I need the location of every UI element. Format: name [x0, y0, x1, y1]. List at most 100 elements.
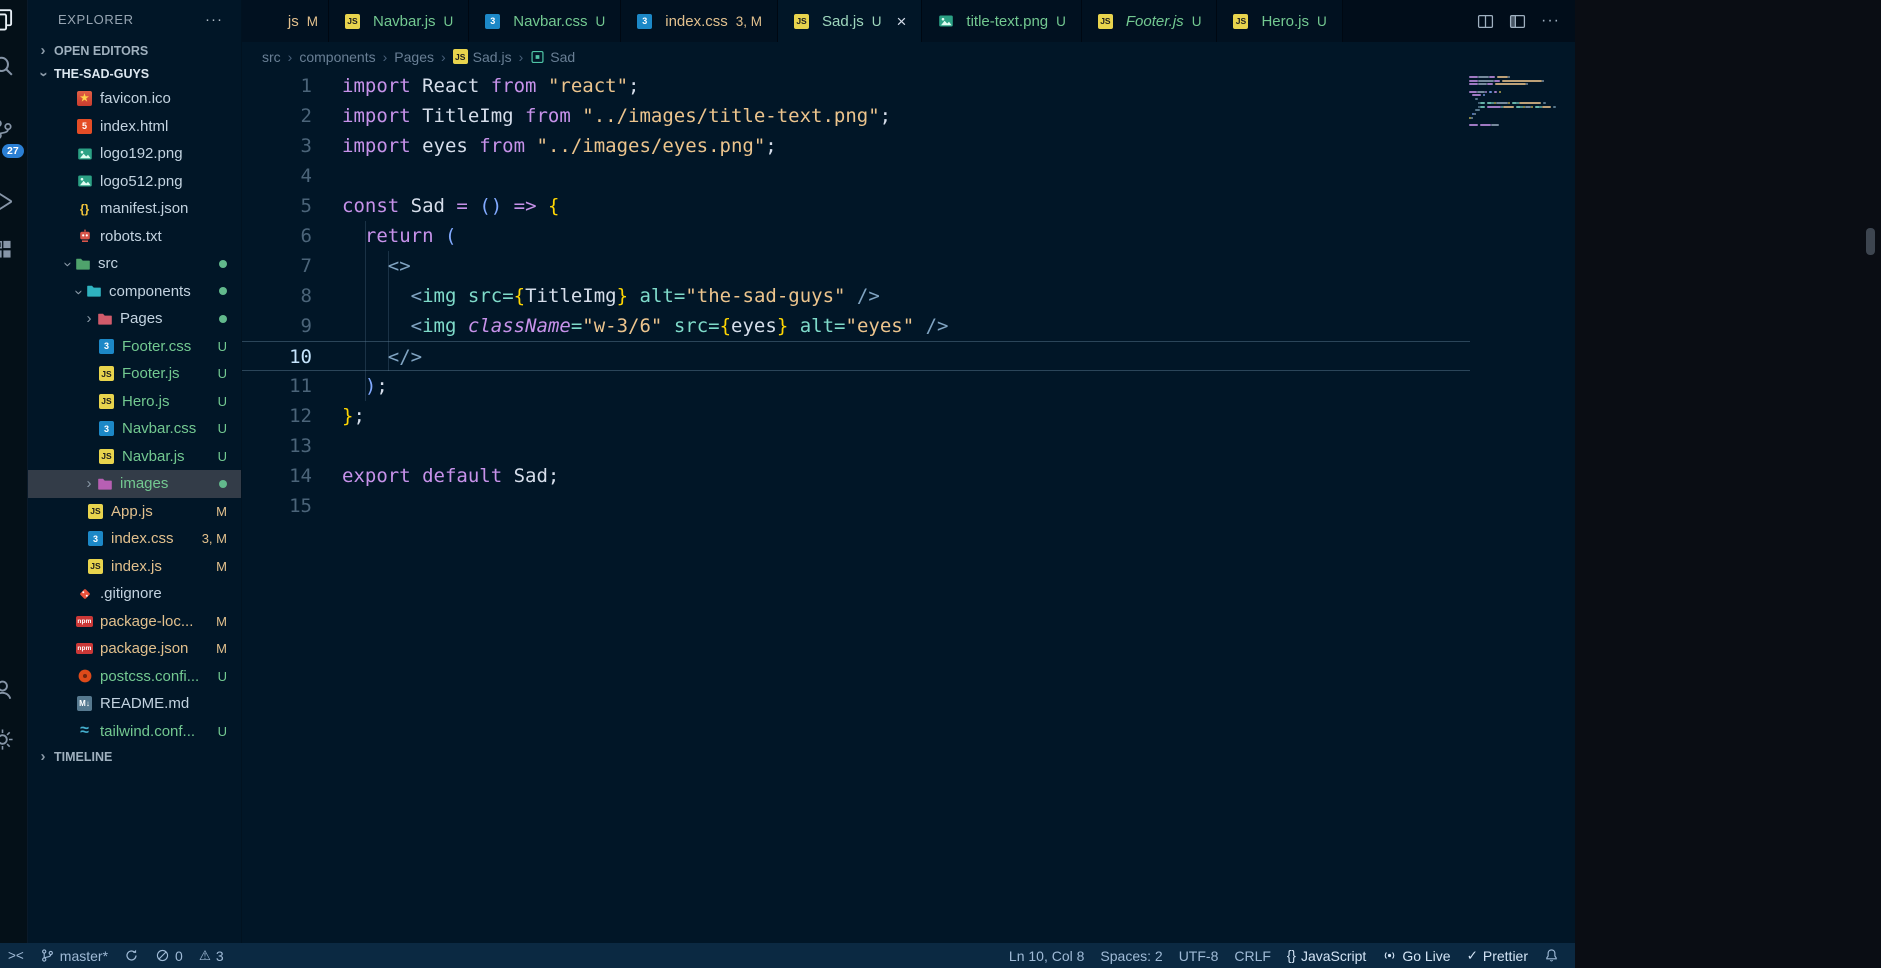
more-actions-icon[interactable]: ···: [1541, 12, 1560, 30]
tree-item-package-loc[interactable]: npm package-loc... M: [28, 608, 241, 636]
code-line-14: 14 export default Sad;: [242, 461, 1470, 491]
js-icon: JS: [1232, 13, 1249, 30]
minimap-line: [1469, 90, 1561, 93]
layout-icon[interactable]: [1509, 13, 1526, 30]
code-text[interactable]: <img className="w-3/6" src={eyes} alt="e…: [342, 311, 949, 341]
tab-sad-js[interactable]: JS Sad.js U ×: [778, 0, 923, 42]
tree-item-label: App.js: [111, 502, 153, 520]
tab-footer-js[interactable]: JS Footer.js U: [1081, 0, 1218, 42]
status-prettier[interactable]: ✓ Prettier: [1459, 943, 1536, 968]
status-sync-changes[interactable]: [116, 943, 147, 968]
tab-navbar-css[interactable]: 3 Navbar.css U: [469, 0, 622, 42]
code-text[interactable]: import React from "react";: [342, 71, 639, 101]
split-editor-icon[interactable]: [1477, 13, 1494, 30]
tab-title-text-png[interactable]: title-text.png U: [922, 0, 1082, 42]
activity-run-debug-icon[interactable]: [0, 190, 15, 214]
image-icon: [76, 145, 93, 162]
timeline-section[interactable]: › TIMELINE: [28, 745, 241, 768]
tree-item-navbar-js[interactable]: JS Navbar.js U: [28, 443, 241, 471]
status-error-icon: [155, 948, 170, 963]
tree-item-footer-css[interactable]: 3 Footer.css U: [28, 333, 241, 361]
status-go-live[interactable]: Go Live: [1374, 943, 1458, 968]
status-indentation[interactable]: Spaces: 2: [1092, 943, 1170, 968]
breadcrumb-item-sad-js[interactable]: JS Sad.js: [452, 49, 512, 65]
status-cursor-position[interactable]: Ln 10, Col 8: [1001, 943, 1093, 968]
status-encoding[interactable]: UTF-8: [1171, 943, 1227, 968]
tree-item-app-js[interactable]: JS App.js M: [28, 498, 241, 526]
code-text[interactable]: return (: [342, 221, 457, 251]
code-text[interactable]: export default Sad;: [342, 461, 559, 491]
code-text[interactable]: <img src={TitleImg} alt="the-sad-guys" /…: [342, 281, 880, 311]
activity-extensions-icon[interactable]: [0, 238, 15, 262]
modified-dot-icon: [219, 287, 227, 296]
tree-item-index-css[interactable]: 3 index.css 3, M: [28, 525, 241, 553]
breadcrumb-item-sad[interactable]: Sad: [530, 49, 575, 65]
minimap[interactable]: [1469, 76, 1561, 131]
breadcrumb-item-src[interactable]: src: [262, 49, 281, 65]
tree-item-images[interactable]: › images: [28, 470, 241, 498]
tab-hero-js[interactable]: JS Hero.js U: [1217, 0, 1343, 42]
tab-label: Navbar.js: [373, 12, 436, 30]
code-text[interactable]: import eyes from "../images/eyes.png";: [342, 131, 777, 161]
tree-item-robots-txt[interactable]: robots.txt: [28, 223, 241, 251]
tree-item-manifest-json[interactable]: {} manifest.json: [28, 195, 241, 223]
project-section[interactable]: › THE-SAD-GUYS: [28, 62, 241, 85]
background-scrollbar-thumb[interactable]: [1866, 228, 1875, 255]
tab-index-css[interactable]: 3 index.css 3, M: [621, 0, 779, 42]
tree-item-index-html[interactable]: 5 index.html: [28, 113, 241, 141]
tree-item-readme-md[interactable]: M↓ README.md: [28, 690, 241, 718]
tree-item-favicon-ico[interactable]: ★ favicon.ico: [28, 85, 241, 113]
status-label: 3: [215, 947, 224, 964]
tree-item-index-js[interactable]: JS index.js M: [28, 553, 241, 581]
tab-navbar-js[interactable]: JS Navbar.js U: [329, 0, 470, 42]
activity-settings-icon[interactable]: [0, 728, 15, 752]
status-remote-indicator[interactable]: ><: [0, 943, 32, 968]
code-text[interactable]: const Sad = () => {: [342, 191, 559, 221]
code-text[interactable]: import TitleImg from "../images/title-te…: [342, 101, 891, 131]
tree-item-navbar-css[interactable]: 3 Navbar.css U: [28, 415, 241, 443]
explorer-more-actions-icon[interactable]: ···: [205, 11, 223, 28]
breadcrumb-item-components[interactable]: components: [299, 49, 375, 65]
code-text[interactable]: };: [342, 401, 365, 431]
code-line-13: 13: [242, 431, 1470, 461]
status-notifications[interactable]: [1536, 943, 1567, 968]
status-eol[interactable]: CRLF: [1226, 943, 1279, 968]
breadcrumb-item-pages[interactable]: Pages: [394, 49, 434, 65]
tree-item-tailwind-conf[interactable]: ≈ tailwind.conf... U: [28, 718, 241, 746]
tab-app-js-partial[interactable]: js M: [242, 0, 329, 42]
tree-item-postcss-confi[interactable]: postcss.confi... U: [28, 663, 241, 691]
open-editors-section[interactable]: › OPEN EDITORS: [28, 39, 241, 62]
tree-item-footer-js[interactable]: JS Footer.js U: [28, 360, 241, 388]
minimap-line: [1469, 109, 1561, 112]
status-language-mode[interactable]: {} JavaScript: [1279, 943, 1374, 968]
close-icon[interactable]: ×: [896, 13, 906, 30]
tab-label: Footer.js: [1125, 12, 1184, 30]
tree-item-pages[interactable]: › Pages: [28, 305, 241, 333]
line-number: 5: [300, 195, 312, 217]
minimap-line: [1469, 116, 1561, 119]
tree-item-hero-js[interactable]: JS Hero.js U: [28, 388, 241, 416]
tree-item-src[interactable]: › src: [28, 250, 241, 278]
tree-item-label: Hero.js: [122, 392, 170, 410]
git-status-badge: U: [217, 338, 227, 354]
code-text[interactable]: </>: [342, 342, 422, 370]
activity-search-icon[interactable]: [0, 54, 15, 78]
activity-account-icon[interactable]: [0, 678, 15, 702]
tree-item-gitignore[interactable]: .gitignore: [28, 580, 241, 608]
minimap-line: [1469, 128, 1561, 130]
tree-item-components[interactable]: › components: [28, 278, 241, 306]
code-editor[interactable]: 1 import React from "react"; 2 import Title…: [242, 71, 1575, 943]
tree-item-logo512-png[interactable]: logo512.png: [28, 168, 241, 196]
tree-item-package-json[interactable]: npm package.json M: [28, 635, 241, 663]
code-text[interactable]: <>: [342, 251, 411, 281]
status-git-branch[interactable]: master*: [32, 943, 116, 968]
activity-source-control-icon[interactable]: [0, 118, 15, 142]
tree-item-label: robots.txt: [100, 227, 162, 245]
status-errors[interactable]: 0: [147, 943, 191, 968]
status-warnings[interactable]: ⚠ 3: [191, 943, 232, 968]
tree-item-logo192-png[interactable]: logo192.png: [28, 140, 241, 168]
activity-files-icon[interactable]: [0, 8, 15, 32]
background-strip: [1575, 0, 1881, 968]
tab-git-badge: U: [1056, 13, 1066, 29]
status-label: 0: [175, 947, 183, 964]
